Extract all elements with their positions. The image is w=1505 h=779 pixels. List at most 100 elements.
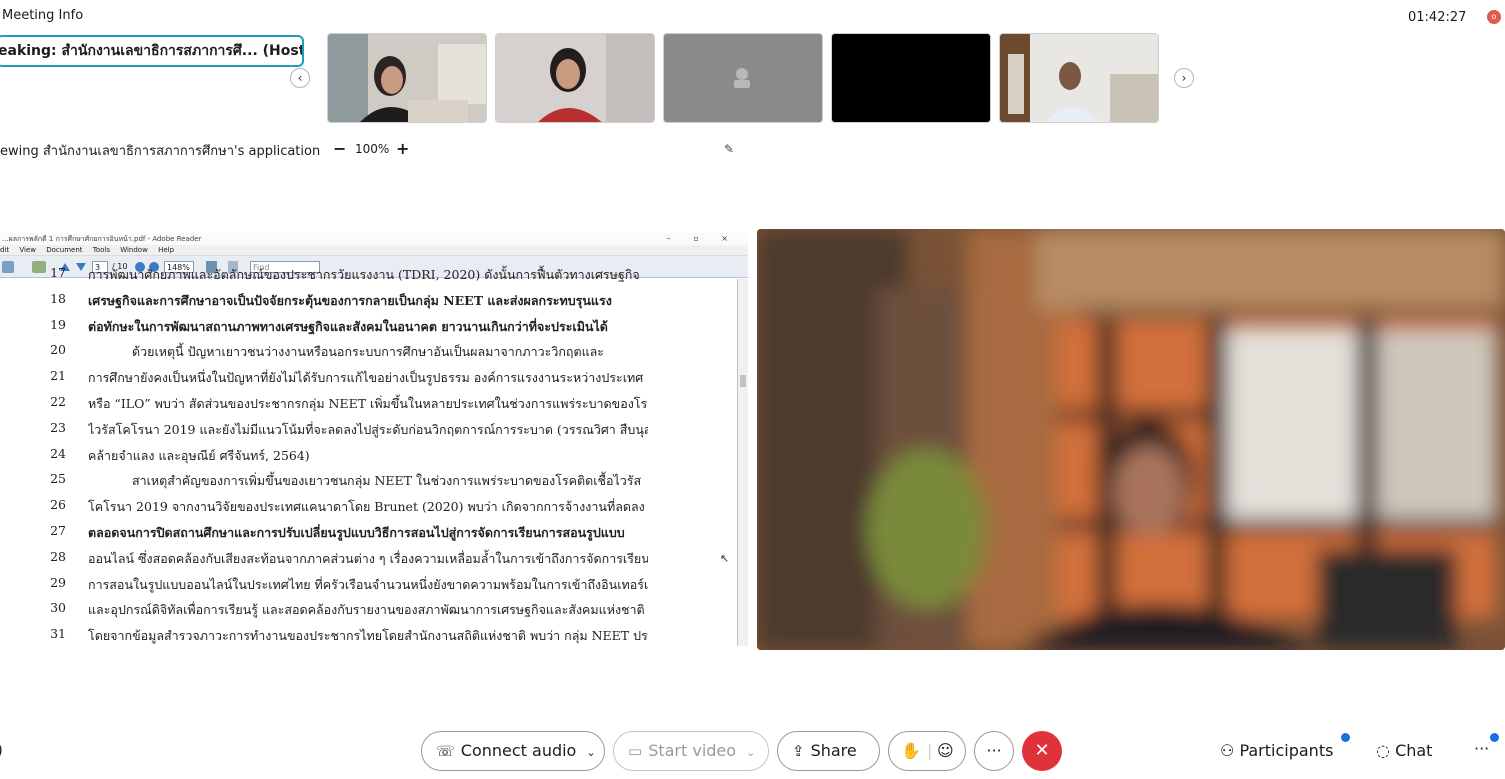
top-bar: Meeting Info 01:42:27 o — [0, 0, 1505, 32]
reader-window-title: ...ผลการพลักดี 1 การศึกษาศักยการอินหน้า.… — [2, 235, 202, 243]
line-number: 21 — [50, 368, 66, 384]
document-line: 26 โคโรนา 2019 จากงานวิจัยของประเทศแคนาดา… — [0, 497, 736, 523]
mouse-cursor-icon: ↖ — [720, 552, 730, 565]
line-number: 29 — [50, 574, 66, 590]
document-line: 28 ออนไลน์ ซึ่งสอดคล้องกับเสียงสะท้อนจากภ… — [0, 549, 736, 575]
participant-thumbnail[interactable] — [999, 33, 1159, 123]
document-line: 25 สาเหตุสำคัญของการเพิ่มขึ้นของเยาวชนกลุ… — [0, 471, 736, 497]
participant-video-2 — [496, 34, 654, 122]
reactions-group: ✋ | ☺ — [888, 731, 966, 771]
divider: | — [927, 741, 933, 760]
document-line: 21 การศึกษายังคงเป็นหนึ่งในปัญหาที่ยังไม่… — [0, 368, 736, 394]
line-number: 24 — [50, 445, 66, 461]
meeting-info-link[interactable]: Meeting Info — [2, 8, 83, 23]
document-line: 18 เศรษฐกิจและการศึกษาอาจเป็นปัจจัยกระตุ้… — [0, 291, 736, 317]
speaker-video-frame — [757, 229, 1505, 650]
document-line: 24 คล้ายจำแลง และอุษณีย์ ศรีจันทร์, 2564) — [0, 446, 736, 472]
meeting-controls: ) ☏ Connect audio ⌄ ▭ Start video ⌄ ⇪ Share ✋… — [0, 731, 1505, 773]
reader-menu-item: Help — [158, 246, 175, 254]
more-options-button[interactable]: ··· — [974, 731, 1014, 771]
participant-avatar-3 — [664, 34, 822, 122]
line-text: และอุปกรณ์ดิจิทัลเพื่อการเรียนรู้ และสอด… — [88, 602, 645, 618]
line-text: สาเหตุสำคัญของการเพิ่มขึ้นของเยาวชนกลุ่ม… — [132, 473, 642, 489]
overflow-notification-dot — [1490, 733, 1499, 742]
participants-label: Participants — [1239, 741, 1334, 760]
emoji-reaction-icon[interactable]: ☺ — [937, 732, 954, 770]
pdf-page: 17 การพัฒนาศักยภาพและอัตลักษณ์ของประชากรว… — [0, 265, 736, 646]
left-edge-control[interactable]: ) — [0, 741, 3, 759]
thumbnails-prev-button[interactable]: ‹ — [290, 68, 310, 88]
reader-title-bar: ...ผลการพลักดี 1 การศึกษาศักยการอินหน้า.… — [0, 233, 748, 245]
raise-hand-icon[interactable]: ✋ — [901, 732, 921, 770]
thumbnails-next-button[interactable]: › — [1174, 68, 1194, 88]
start-video-button[interactable]: ▭ Start video ⌄ — [613, 731, 769, 771]
reader-menu-item: Document — [46, 246, 83, 254]
line-number: 18 — [50, 290, 66, 306]
connect-audio-label: Connect audio — [460, 741, 577, 760]
zoom-level: 100% — [355, 142, 390, 156]
document-line: 20 ด้วยเหตุนี้ ปัญหาเยาวชนว่างงานหรือนอกร… — [0, 342, 736, 368]
line-text: ด้วยเหตุนี้ ปัญหาเยาวชนว่างงานหรือนอกระบ… — [132, 344, 605, 360]
reader-scrollbar — [737, 279, 748, 646]
line-number: 26 — [50, 497, 66, 513]
chat-label: Chat — [1395, 741, 1433, 760]
annotate-icon[interactable]: ✎ — [724, 142, 734, 156]
participant-thumbnail[interactable] — [327, 33, 487, 123]
chevron-down-icon[interactable]: ⌄ — [746, 734, 755, 772]
chevron-down-icon[interactable]: ⌄ — [586, 734, 595, 772]
line-number: 27 — [50, 523, 66, 538]
reader-menu-item: Window — [120, 246, 148, 254]
shared-screen: ...ผลการพลักดี 1 การศึกษาศักยการอินหน้า.… — [0, 233, 748, 646]
start-video-label: Start video — [648, 741, 737, 760]
line-number: 20 — [50, 342, 66, 358]
line-text: การศึกษายังคงเป็นหนึ่งในปัญหาที่ยังไม่ได… — [88, 370, 644, 386]
share-screen-icon: ⇪ — [792, 742, 805, 760]
participant-thumbnail[interactable] — [495, 33, 655, 123]
participant-video-4 — [832, 34, 990, 122]
participant-thumbnail[interactable] — [663, 33, 823, 123]
line-number: 30 — [50, 600, 66, 616]
overflow-menu-button[interactable]: ··· — [1474, 739, 1489, 758]
chat-button[interactable]: ◌ Chat — [1376, 741, 1432, 760]
line-text: เศรษฐกิจและการศึกษาอาจเป็นปัจจัยกระตุ้นข… — [88, 292, 612, 308]
line-text: ออนไลน์ ซึ่งสอดคล้องกับเสียงสะท้อนจากภาค… — [88, 550, 648, 566]
participants-notification-dot — [1341, 733, 1350, 742]
line-text: คล้ายจำแลง และอุษณีย์ ศรีจันทร์, 2564) — [88, 447, 310, 463]
viewing-application-label: ewing สำนักงานเลขาธิการสภาการศึกษา's app… — [0, 144, 321, 159]
reader-menu-bar: dit View Document Tools Window Help — [0, 245, 748, 256]
participant-thumbnail[interactable] — [831, 33, 991, 123]
connect-audio-button[interactable]: ☏ Connect audio ⌄ — [421, 731, 605, 771]
participant-video-1 — [328, 34, 486, 122]
line-number: 17 — [50, 265, 66, 280]
document-line: 29 การสอนในรูปแบบออนไลน์ในประเทศไทย ที่คร… — [0, 575, 736, 601]
chat-bubble-icon: ◌ — [1376, 741, 1390, 760]
video-off-icon: ▭ — [628, 742, 643, 760]
zoom-out-button[interactable]: − — [333, 139, 346, 158]
share-button[interactable]: ⇪ Share — [777, 731, 880, 771]
line-text: หรือ “ILO” พบว่า สัดส่วนของประชากรกลุ่ม … — [88, 396, 648, 411]
participants-icon: ⚇ — [1220, 741, 1235, 760]
reader-window-controls: – ▫ × — [666, 234, 738, 243]
chevron-right-icon: › — [1181, 71, 1187, 85]
participants-button[interactable]: ⚇ Participants — [1220, 741, 1333, 760]
recording-badge[interactable]: o — [1487, 10, 1501, 24]
chevron-left-icon: ‹ — [297, 71, 303, 85]
document-line: 22 หรือ “ILO” พบว่า สัดส่วนของประชากรกลุ่… — [0, 394, 736, 420]
line-number: 31 — [50, 626, 66, 642]
document-line: 23 ไวรัสโคโรนา 2019 และยังไม่มีแนวโน้มที่… — [0, 420, 736, 446]
line-number: 25 — [50, 471, 66, 487]
participant-video-5 — [1000, 34, 1158, 122]
end-meeting-button[interactable]: ✕ — [1022, 731, 1062, 771]
document-line: 19 ต่อทักษะในการพัฒนาสถานภาพทางเศรษฐกิจแล… — [0, 317, 736, 343]
line-text: ไวรัสโคโรนา 2019 และยังไม่มีแนวโน้มที่จะ… — [88, 421, 648, 437]
line-number: 23 — [50, 419, 66, 435]
reader-scroll-thumb — [740, 375, 746, 387]
line-text: โดยจากข้อมูลสำรวจภาวะการทำงานของประชากรไ… — [88, 628, 648, 644]
line-text: การพัฒนาศักยภาพและอัตลักษณ์ของประชากรวัย… — [88, 267, 640, 282]
meeting-timer: 01:42:27 — [1408, 10, 1467, 25]
active-speaker-label: eaking: สำนักงานเลขาธิการสภาการศึ... (Ho… — [0, 35, 304, 67]
main-speaker-video — [757, 229, 1505, 650]
zoom-in-button[interactable]: + — [396, 139, 409, 158]
line-text: ตลอดจนการปิดสถานศึกษาและการปรับเปลี่ยนรู… — [88, 525, 625, 540]
reader-menu-item: dit — [0, 246, 10, 254]
